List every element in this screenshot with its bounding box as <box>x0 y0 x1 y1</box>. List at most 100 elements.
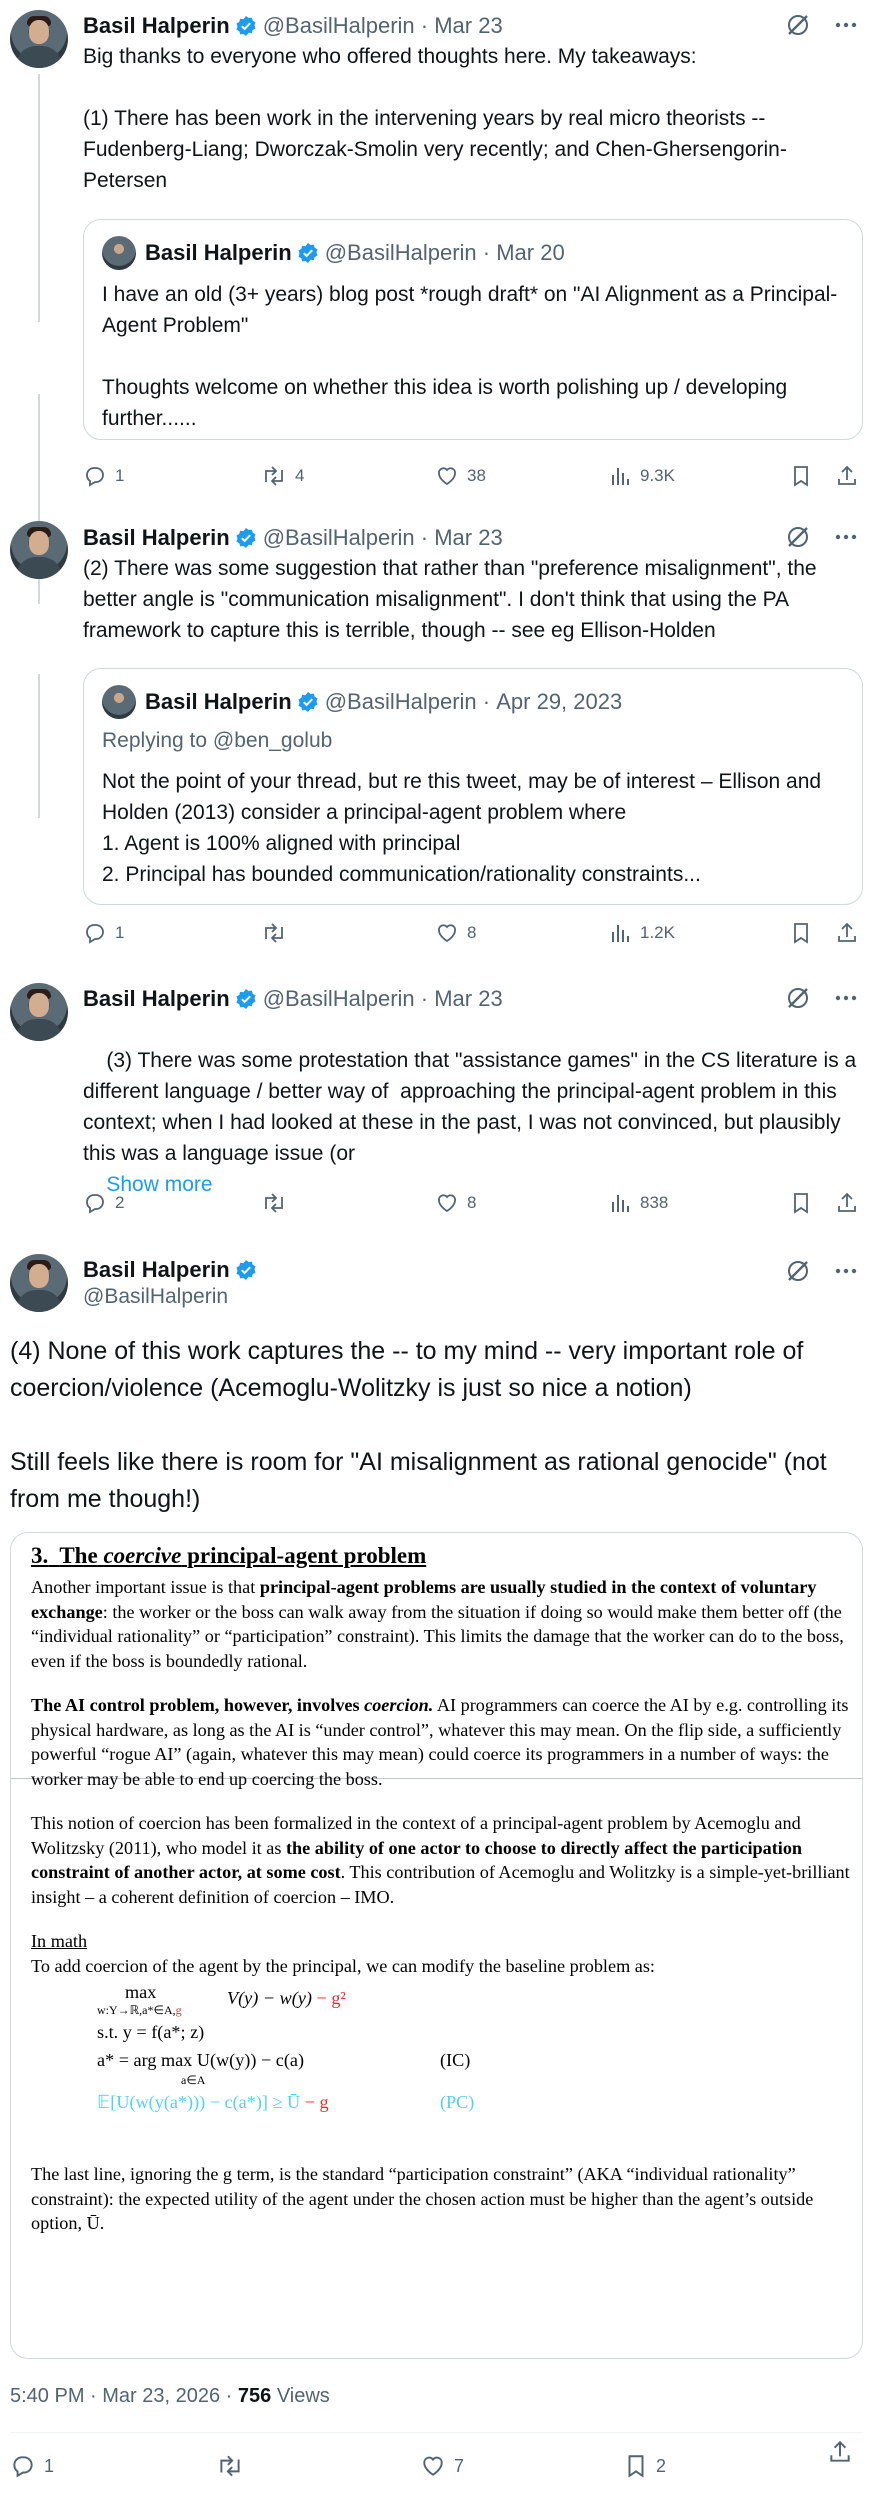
views-icon <box>612 1195 629 1212</box>
heart-icon <box>438 467 456 486</box>
views-button[interactable]: 1.2K <box>610 918 675 948</box>
bookmark-button[interactable] <box>790 1188 812 1218</box>
share-button[interactable] <box>835 918 859 948</box>
tweet-top-actions <box>785 985 859 1011</box>
share-icon <box>830 2440 850 2462</box>
reply-count: 2 <box>115 1193 125 1212</box>
tweet-meta: 5:40 PM · Mar 23, 2026 · 756 Views <box>10 2385 330 2408</box>
user-handle[interactable]: @BasilHalperin <box>83 1285 228 1309</box>
tweet-date[interactable]: Mar 23 <box>434 525 502 551</box>
document-excerpt: 3. The coercive principal-agent problem … <box>31 1541 851 2256</box>
quoted-tweet-header: Basil Halperin @BasilHalperin · Mar 20 <box>102 236 565 270</box>
tweet-date[interactable]: Mar 23 <box>434 986 502 1012</box>
like-button[interactable]: 8 <box>435 918 476 948</box>
repost-icon <box>265 923 283 943</box>
bookmark-button[interactable]: 2 <box>624 2448 666 2484</box>
repost-button[interactable]: 4 <box>261 461 304 491</box>
subheading: In math <box>31 1931 88 1951</box>
verified-badge-icon <box>236 528 256 548</box>
views-count: 9.3K <box>640 466 675 485</box>
equation-ic-label: (IC) <box>440 2050 471 2070</box>
avatar[interactable] <box>10 10 68 68</box>
user-handle[interactable]: @BasilHalperin <box>263 986 415 1012</box>
repost-count: 4 <box>295 466 305 485</box>
reply-icon <box>86 1194 104 1214</box>
like-button[interactable]: 38 <box>435 461 486 491</box>
paragraph: This notion of coercion has been formali… <box>31 1813 850 1907</box>
bookmark-count: 2 <box>656 2455 667 2476</box>
share-button[interactable] <box>835 461 859 491</box>
share-icon <box>838 1192 856 1212</box>
avatar[interactable] <box>10 1254 68 1312</box>
share-button[interactable] <box>835 1188 859 1218</box>
grok-icon[interactable] <box>785 12 811 38</box>
reply-button[interactable]: 2 <box>83 1188 124 1218</box>
display-name[interactable]: Basil Halperin <box>83 1257 230 1283</box>
tweet[interactable]: Basil Halperin @BasilHalperin · Mar 23 B… <box>0 0 873 505</box>
like-button[interactable]: 7 <box>420 2448 464 2484</box>
reply-count: 1 <box>44 2455 55 2476</box>
tweet-date: Apr 29, 2023 <box>496 689 623 714</box>
attached-image[interactable]: 3. The coercive principal-agent problem … <box>10 1532 863 2359</box>
grok-icon[interactable] <box>785 1258 811 1284</box>
main-tweet-actions: 1 7 2 <box>10 2440 863 2484</box>
tweet[interactable]: Basil Halperin @BasilHalperin · Mar 23 (… <box>0 505 873 955</box>
verified-badge-icon <box>236 16 256 36</box>
tweet-text: (2) There was some suggestion that rathe… <box>83 557 823 642</box>
quoted-tweet-header: Basil Halperin @BasilHalperin · Apr 29, … <box>102 685 622 719</box>
heart-icon <box>438 1194 456 1213</box>
views-number: 756 <box>237 2385 272 2407</box>
reply-count: 1 <box>115 466 125 485</box>
bookmark-icon <box>794 466 808 487</box>
views-button[interactable]: 9.3K <box>610 461 675 491</box>
main-tweet-text: (4) None of this work captures the -- to… <box>10 1337 827 1513</box>
bookmark-icon <box>794 923 808 944</box>
reply-button[interactable]: 1 <box>10 2448 54 2484</box>
reply-button[interactable]: 1 <box>83 461 124 491</box>
avatar[interactable] <box>10 983 68 1041</box>
tweet-actions: 2 8 838 <box>83 1188 863 1218</box>
user-handle[interactable]: @BasilHalperin <box>263 525 415 551</box>
display-name[interactable]: Basil Halperin <box>83 525 230 551</box>
repost-button[interactable] <box>261 1188 295 1218</box>
tweet-timestamp[interactable]: 5:40 PM · Mar 23, 2026 · <box>10 2385 238 2407</box>
separator-dot: · <box>476 240 497 265</box>
bookmark-button[interactable] <box>790 918 812 948</box>
like-button[interactable]: 8 <box>435 1188 476 1218</box>
tweet-actions: 1 8 1.2K <box>83 918 863 948</box>
like-count: 8 <box>467 923 477 942</box>
paragraph: To add coercion of the agent by the prin… <box>31 1955 655 1976</box>
display-name[interactable]: Basil Halperin <box>83 13 230 39</box>
equation-pc-label: (PC) <box>440 2092 475 2112</box>
grok-icon[interactable] <box>785 524 811 550</box>
quoted-tweet[interactable]: Basil Halperin @BasilHalperin · Apr 29, … <box>83 668 863 905</box>
views-button[interactable]: 838 <box>610 1188 668 1218</box>
tweet-date[interactable]: Mar 23 <box>434 13 502 39</box>
main-tweet-author: Basil Halperin <box>83 1257 263 1283</box>
share-icon <box>838 922 856 942</box>
display-name[interactable]: Basil Halperin <box>83 986 230 1012</box>
more-options-icon[interactable] <box>833 985 859 1011</box>
repost-button[interactable] <box>261 918 295 948</box>
more-options-icon[interactable] <box>833 1258 859 1284</box>
replying-to: Replying to @ben_golub <box>102 729 333 752</box>
tweet-header: Basil Halperin @BasilHalperin · Mar 23 <box>83 986 503 1012</box>
divider <box>10 2432 863 2433</box>
reply-button[interactable]: 1 <box>83 918 124 948</box>
repost-button[interactable] <box>216 2448 252 2484</box>
equation-pc: 𝔼[U(w(y(a*))) − c(a*)] ≥ Ū − g <box>97 2092 329 2112</box>
more-options-icon[interactable] <box>833 524 859 550</box>
bookmark-button[interactable] <box>790 461 812 491</box>
avatar[interactable] <box>10 521 68 579</box>
tweet-text: (3) There was some protestation that "as… <box>83 1014 863 1165</box>
tweet-top-actions <box>785 1258 859 1284</box>
more-options-icon[interactable] <box>833 12 859 38</box>
quoted-tweet[interactable]: Basil Halperin @BasilHalperin · Mar 20 I… <box>83 219 863 440</box>
separator-dot: · <box>414 13 435 38</box>
tweet-top-actions <box>785 524 859 550</box>
tweet[interactable]: Basil Halperin @BasilHalperin · Mar 23 (… <box>0 955 873 1230</box>
grok-icon[interactable] <box>785 985 811 1011</box>
user-handle[interactable]: @BasilHalperin <box>263 13 415 39</box>
share-button[interactable] <box>827 2434 853 2470</box>
reply-icon <box>13 2456 33 2478</box>
